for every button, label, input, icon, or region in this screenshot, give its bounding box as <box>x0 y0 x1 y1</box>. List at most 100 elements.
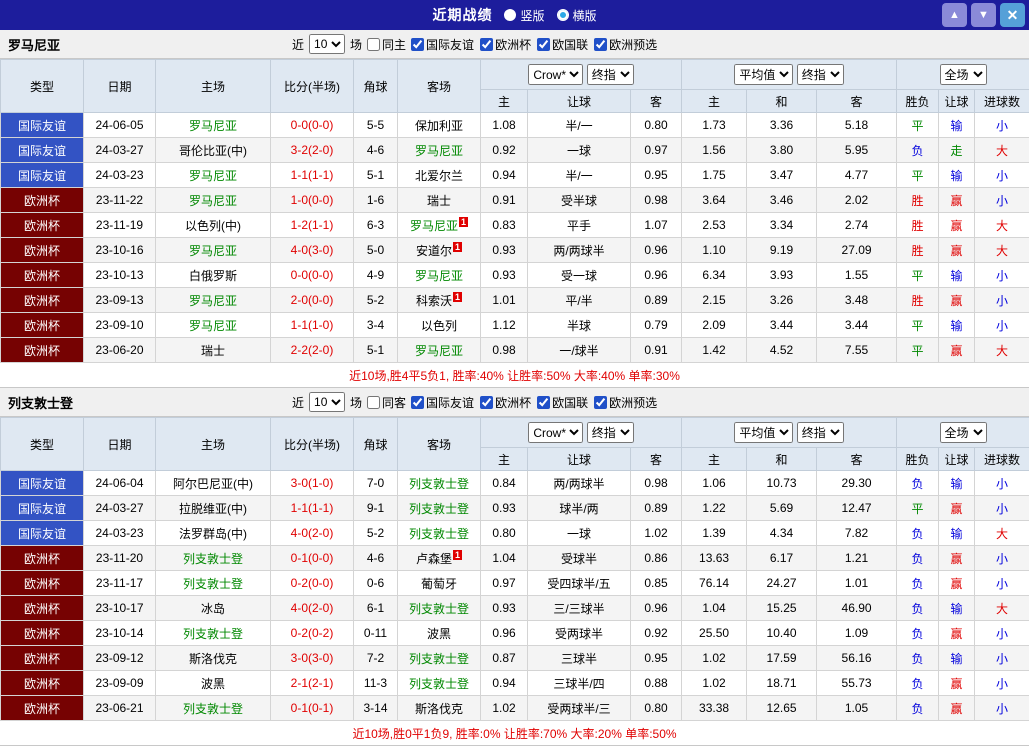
result-handicap: 赢 <box>938 545 976 571</box>
col-avg-home: 主 <box>681 89 748 113</box>
odds-source-select[interactable]: Crow* <box>528 64 584 85</box>
handicap-line: 三球半/四 <box>527 670 631 696</box>
result-goals: 小 <box>974 187 1029 213</box>
result-handicap: 输 <box>938 645 976 671</box>
team-label: 拉脱维亚(中) <box>179 501 247 516</box>
avg-draw-odds: 4.34 <box>746 520 818 546</box>
col-home: 主场 <box>155 417 271 471</box>
team-label: 罗马尼亚 <box>414 143 463 158</box>
layout-radio-vertical-input[interactable] <box>504 9 517 21</box>
comp-label: 国际友谊 <box>426 395 475 410</box>
same-venue-checkbox-input[interactable] <box>367 395 381 409</box>
away-team: 列支敦士登 <box>397 595 481 621</box>
scope-select[interactable]: 全场 <box>939 422 987 443</box>
result-handicap: 赢 <box>938 287 976 313</box>
avg-home-odds: 2.09 <box>681 312 748 338</box>
result-handicap: 输 <box>938 162 976 188</box>
avg-away-odds: 29.30 <box>816 470 898 496</box>
match-row: 欧洲杯 23-10-14 列支敦士登 0-2(0-2) 0-11 波黑 0.96 受两球半 0.… <box>0 620 1029 646</box>
red-card-badge: 1 <box>453 549 463 560</box>
corner-score: 0-11 <box>353 620 398 646</box>
team-label: 列支敦士登 <box>182 626 243 641</box>
away-team: 瑞士 <box>397 187 481 213</box>
match-type: 欧洲杯 <box>0 262 84 288</box>
move-down-button[interactable]: ▼ <box>971 3 996 27</box>
crow-away-odds: 0.98 <box>629 187 683 213</box>
comp-filter-checkbox[interactable]: 欧国联 <box>537 394 588 411</box>
summary-text: 近10场,胜0平1负9, 胜率:0% 让胜率:70% 大率:20% 单率:50% <box>352 726 677 741</box>
games-count-select[interactable]: 10 <box>309 392 346 412</box>
avg-time-select[interactable]: 终指 <box>796 422 844 443</box>
same-venue-label: 同主 <box>382 37 407 52</box>
odds-source-select[interactable]: Crow* <box>528 422 584 443</box>
col-crow-home: 主 <box>480 447 528 471</box>
odds-time-select[interactable]: 终指 <box>586 422 634 443</box>
odds-time-select[interactable]: 终指 <box>586 64 634 85</box>
same-venue-label: 同客 <box>382 395 407 410</box>
result-outcome: 平 <box>896 337 940 363</box>
col-away: 客场 <box>397 59 481 113</box>
avg-source-select[interactable]: 平均值 <box>734 64 794 85</box>
corner-score: 5-0 <box>353 237 398 263</box>
avg-away-odds: 4.77 <box>816 162 898 188</box>
avg-source-select[interactable]: 平均值 <box>734 422 794 443</box>
avg-home-odds: 1.56 <box>681 137 748 163</box>
home-team: 罗马尼亚 <box>155 112 271 138</box>
team-label: 法罗群岛(中) <box>179 526 247 541</box>
same-venue-checkbox[interactable]: 同主 <box>367 36 406 53</box>
games-count-select[interactable]: 10 <box>309 34 346 54</box>
layout-radio-horizontal[interactable]: 横版 <box>556 7 597 24</box>
match-row: 欧洲杯 23-09-09 波黑 2-1(2-1) 11-3 列支敦士登 0.94 三球半/四 0… <box>0 670 1029 696</box>
comp-filter-checkbox[interactable]: 欧洲预选 <box>594 394 657 411</box>
crow-home-odds: 0.91 <box>480 187 528 213</box>
away-team: 安道尔 1 <box>397 237 481 263</box>
panel-title: 近期战绩 <box>432 7 493 23</box>
avg-away-odds: 1.09 <box>816 620 898 646</box>
comp-filter-checkbox[interactable]: 国际友谊 <box>411 36 474 53</box>
home-team: 瑞士 <box>155 337 271 363</box>
avg-draw-odds: 24.27 <box>746 570 818 596</box>
games-label: 场 <box>350 37 363 52</box>
home-team: 法罗群岛(中) <box>155 520 271 546</box>
comp-checkbox-input[interactable] <box>594 395 608 409</box>
avg-away-odds: 7.55 <box>816 337 898 363</box>
comp-filter-checkbox[interactable]: 欧国联 <box>537 36 588 53</box>
comp-checkbox-input[interactable] <box>480 37 494 51</box>
match-row: 国际友谊 24-03-23 法罗群岛(中) 4-0(2-0) 5-2 列支敦士登 0.80 一… <box>0 520 1029 546</box>
match-row: 欧洲杯 23-09-10 罗马尼亚 1-1(1-0) 3-4 以色列 1.12 半球 0.79 2… <box>0 312 1029 338</box>
comp-label: 国际友谊 <box>426 37 475 52</box>
comp-filter-checkbox[interactable]: 欧洲杯 <box>480 36 531 53</box>
corner-score: 3-4 <box>353 312 398 338</box>
comp-filter-checkbox[interactable]: 国际友谊 <box>411 394 474 411</box>
same-venue-checkbox[interactable]: 同客 <box>367 394 406 411</box>
comp-filters: 国际友谊 欧洲杯 欧国联 欧洲预选 <box>411 394 657 411</box>
comp-checkbox-input[interactable] <box>480 395 494 409</box>
same-venue-checkbox-input[interactable] <box>367 37 381 51</box>
team-label: 以色列(中) <box>185 218 241 233</box>
avg-time-select[interactable]: 终指 <box>796 64 844 85</box>
layout-radio-horizontal-input[interactable] <box>556 9 569 21</box>
comp-label: 欧洲预选 <box>609 37 658 52</box>
team-label: 罗马尼亚 <box>414 343 463 358</box>
team-section: 罗马尼亚 近 10 场 同主 国际友谊 欧洲杯 欧国联 欧洲预选 类型 日期 主… <box>0 30 1029 388</box>
comp-checkbox-input[interactable] <box>537 37 551 51</box>
comp-filter-checkbox[interactable]: 欧洲预选 <box>594 36 657 53</box>
filter-bar: 近 10 场 同主 国际友谊 欧洲杯 欧国联 欧洲预选 <box>292 34 657 54</box>
comp-filter-checkbox[interactable]: 欧洲杯 <box>480 394 531 411</box>
scope-select[interactable]: 全场 <box>939 64 987 85</box>
avg-draw-odds: 12.65 <box>746 695 818 721</box>
away-team: 罗马尼亚 1 <box>397 212 481 238</box>
layout-radio-vertical[interactable]: 竖版 <box>504 7 545 24</box>
close-button[interactable]: ✕ <box>1000 3 1025 27</box>
result-handicap: 赢 <box>938 337 976 363</box>
move-up-button[interactable]: ▲ <box>942 3 967 27</box>
comp-checkbox-input[interactable] <box>537 395 551 409</box>
comp-checkbox-input[interactable] <box>411 395 425 409</box>
avg-draw-odds: 4.52 <box>746 337 818 363</box>
comp-checkbox-input[interactable] <box>411 37 425 51</box>
result-goals: 小 <box>974 112 1029 138</box>
col-crow-home: 主 <box>480 89 528 113</box>
comp-checkbox-input[interactable] <box>594 37 608 51</box>
corner-score: 5-2 <box>353 287 398 313</box>
match-score: 1-1(1-1) <box>270 495 354 521</box>
